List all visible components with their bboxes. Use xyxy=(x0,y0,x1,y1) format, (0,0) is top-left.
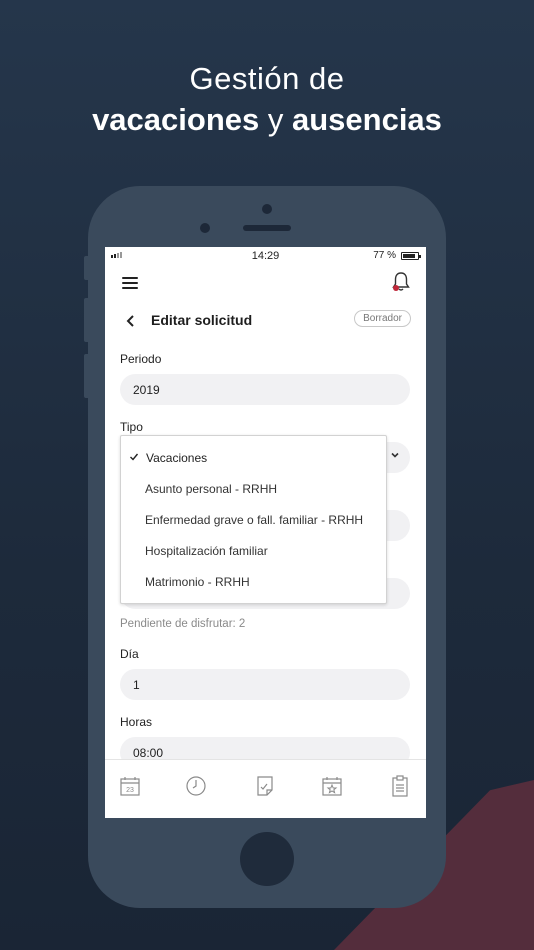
dia-field[interactable]: 1 xyxy=(120,669,410,700)
checkmark-icon xyxy=(129,452,139,465)
calendar-23-icon[interactable]: 23 xyxy=(118,774,142,798)
phone-speaker xyxy=(243,225,291,231)
phone-volume-down-button xyxy=(84,354,90,398)
hamburger-menu-icon[interactable] xyxy=(122,277,138,289)
calendar-star-icon[interactable] xyxy=(320,774,344,798)
dia-value: 1 xyxy=(133,678,140,692)
battery-icon xyxy=(401,252,421,260)
top-bar xyxy=(105,265,426,301)
tipo-label: Tipo xyxy=(120,420,143,434)
app-screen: 14:29 77 % Editar solicitud Borrador Per… xyxy=(105,247,426,818)
phone-camera xyxy=(262,204,272,214)
phone-volume-up-button xyxy=(84,298,90,342)
document-check-icon[interactable] xyxy=(253,774,277,798)
status-badge: Borrador xyxy=(354,310,411,327)
headline-line1: Gestión de xyxy=(189,61,345,96)
horas-label: Horas xyxy=(120,715,153,729)
horas-value: 08:00 xyxy=(133,746,164,760)
dropdown-option-asunto-personal[interactable]: Asunto personal - RRHH xyxy=(145,482,277,496)
clipboard-icon[interactable] xyxy=(388,774,412,798)
headline-connector: y xyxy=(267,102,284,137)
periodo-label: Periodo xyxy=(120,352,162,366)
phone-mute-button xyxy=(84,256,90,280)
periodo-field[interactable]: 2019 xyxy=(120,374,410,405)
tipo-dropdown-menu: Vacaciones Asunto personal - RRHH Enferm… xyxy=(120,435,387,604)
headline-line2: vacaciones y ausencias xyxy=(0,100,534,140)
title-bar: Editar solicitud Borrador xyxy=(105,301,426,343)
status-bar: 14:29 77 % xyxy=(105,247,426,265)
headline: Gestión de vacaciones y ausencias xyxy=(0,58,534,140)
headline-word-ausencias: ausencias xyxy=(291,102,442,137)
calendar-day-number: 23 xyxy=(126,787,134,794)
bottom-tab-bar: 23 xyxy=(105,759,426,818)
notification-bell-icon[interactable] xyxy=(390,271,412,293)
phone-sensor xyxy=(200,223,210,233)
pending-days-text: Pendiente de disfrutar: 2 xyxy=(120,618,246,630)
battery-percent: 77 % xyxy=(373,250,396,261)
page-title: Editar solicitud xyxy=(151,312,253,328)
clock-icon[interactable] xyxy=(184,774,208,798)
chevron-down-icon xyxy=(390,450,400,463)
dropdown-option-enfermedad-grave[interactable]: Enfermedad grave o fall. familiar - RRHH xyxy=(145,513,363,527)
dropdown-option-hospitalizacion[interactable]: Hospitalización familiar xyxy=(145,544,268,558)
dropdown-option-matrimonio[interactable]: Matrimonio - RRHH xyxy=(145,575,250,589)
phone-home-button xyxy=(240,832,294,886)
back-arrow-icon[interactable] xyxy=(125,314,137,328)
periodo-value: 2019 xyxy=(133,383,160,397)
dropdown-option-vacaciones[interactable]: Vacaciones xyxy=(146,451,207,465)
dia-label: Día xyxy=(120,647,139,661)
headline-word-vacaciones: vacaciones xyxy=(92,102,260,137)
